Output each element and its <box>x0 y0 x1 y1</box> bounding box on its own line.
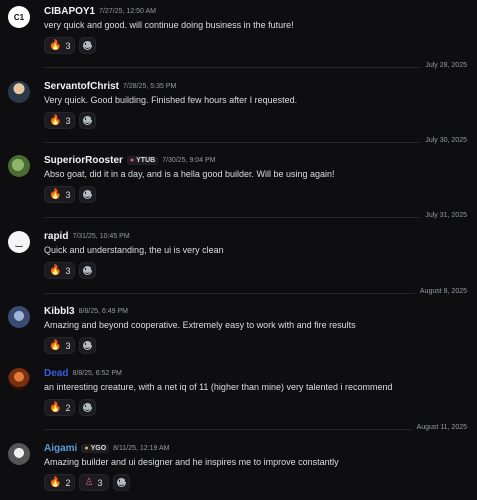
author-name[interactable]: SuperiorRooster <box>44 155 123 166</box>
timestamp: 7/27/25, 12:50 AM <box>99 8 156 15</box>
date-divider: August 8, 2025 <box>44 288 477 298</box>
date-divider: July 31, 2025 <box>44 212 477 222</box>
reaction-count: 2 <box>65 402 71 413</box>
reactions: 🔥 3 <box>44 186 97 203</box>
fire-icon: 🔥 <box>49 264 62 276</box>
timestamp: 8/11/25, 12:19 AM <box>113 445 170 452</box>
avatar[interactable] <box>8 155 30 177</box>
date-divider-label: July 31, 2025 <box>420 212 467 219</box>
reaction-count: 3 <box>65 340 71 351</box>
smile-icon <box>83 116 93 125</box>
reaction-fire[interactable]: 🔥 3 <box>44 337 76 354</box>
smile-icon <box>83 266 93 275</box>
add-reaction-button[interactable] <box>79 186 97 203</box>
fire-icon: 🔥 <box>49 114 62 126</box>
avatar[interactable] <box>8 81 30 103</box>
add-reaction-button[interactable] <box>79 112 97 129</box>
smile-icon <box>83 341 93 350</box>
paw-icon: ● <box>84 445 89 452</box>
add-reaction-button[interactable] <box>79 262 97 279</box>
reaction-fire[interactable]: 🔥 2 <box>44 399 76 416</box>
reaction-fire[interactable]: 🔥 2 <box>44 474 76 491</box>
reaction-count: 3 <box>65 189 71 200</box>
smile-icon <box>83 403 93 412</box>
avatar[interactable]: ‿ <box>8 231 30 253</box>
pill-icon: ● <box>129 157 135 164</box>
author-name[interactable]: rapid <box>44 231 68 242</box>
timestamp: 7/28/25, 5:35 PM <box>123 83 177 90</box>
reaction-count: 3 <box>97 477 103 488</box>
reaction-fire[interactable]: 🔥 3 <box>44 262 76 279</box>
guild-tag[interactable]: ● YGO <box>81 444 110 453</box>
timestamp: 7/30/25, 9:04 PM <box>162 157 216 164</box>
author-name[interactable]: Aigami <box>44 443 77 454</box>
fire-icon: 🔥 <box>49 476 62 488</box>
avatar[interactable] <box>8 443 30 465</box>
avatar[interactable]: C1 <box>8 6 30 28</box>
date-divider: July 30, 2025 <box>44 137 477 147</box>
avatar[interactable] <box>8 368 30 390</box>
fire-icon: 🔥 <box>49 188 62 200</box>
fire-icon: 🔥 <box>49 39 62 51</box>
reaction-fire[interactable]: 🔥 3 <box>44 37 76 54</box>
author-name[interactable]: CIBAPOY1 <box>44 6 95 17</box>
add-reaction-button[interactable] <box>79 37 97 54</box>
reaction-figure[interactable]: ♙ 3 <box>79 474 110 491</box>
reactions: 🔥 3 <box>44 262 97 279</box>
smile-icon <box>117 478 127 487</box>
figure-icon: ♙ <box>84 477 94 488</box>
reactions: 🔥 3 <box>44 37 97 54</box>
message-text: an interesting creature, with a net iq o… <box>44 382 393 392</box>
fire-icon: 🔥 <box>49 401 62 413</box>
add-reaction-button[interactable] <box>79 337 97 354</box>
fire-icon: 🔥 <box>49 339 62 351</box>
author-name[interactable]: Kibbl3 <box>44 306 75 317</box>
smile-icon <box>83 190 93 199</box>
date-divider: July 28, 2025 <box>44 62 477 72</box>
reactions: 🔥 2 ♙ 3 <box>44 474 131 491</box>
reaction-count: 3 <box>65 265 71 276</box>
smile-icon <box>83 41 93 50</box>
avatar[interactable] <box>8 306 30 328</box>
message-text: Amazing and beyond cooperative. Extremel… <box>44 320 356 330</box>
timestamp: 8/8/25, 6:49 PM <box>78 308 128 315</box>
date-divider-label: July 30, 2025 <box>420 137 467 144</box>
message-text: Very quick. Good building. Finished few … <box>44 95 298 105</box>
reaction-count: 2 <box>65 477 71 488</box>
guild-tag[interactable]: ● YTUB <box>126 156 159 165</box>
add-reaction-button[interactable] <box>113 474 131 491</box>
message-text: Quick and understanding, the ui is very … <box>44 245 224 255</box>
message-text: very quick and good. will continue doing… <box>44 20 294 30</box>
author-name[interactable]: ServantofChrist <box>44 81 119 92</box>
message-text: Amazing builder and ui designer and he i… <box>44 457 339 467</box>
reaction-fire[interactable]: 🔥 3 <box>44 186 76 203</box>
reaction-count: 3 <box>65 40 71 51</box>
date-divider-label: August 11, 2025 <box>411 424 467 431</box>
message-text: Abso goat, did it in a day, and is a hel… <box>44 169 335 179</box>
reactions: 🔥 3 <box>44 337 97 354</box>
reactions: 🔥 3 <box>44 112 97 129</box>
reaction-fire[interactable]: 🔥 3 <box>44 112 76 129</box>
date-divider-label: August 8, 2025 <box>414 288 467 295</box>
author-name[interactable]: Dead <box>44 368 68 379</box>
reactions: 🔥 2 <box>44 399 97 416</box>
add-reaction-button[interactable] <box>79 399 97 416</box>
timestamp: 7/31/25, 10:45 PM <box>72 233 130 240</box>
date-divider: August 11, 2025 <box>44 424 477 434</box>
reaction-count: 3 <box>65 115 71 126</box>
timestamp: 8/8/25, 6:52 PM <box>72 370 122 377</box>
date-divider-label: July 28, 2025 <box>420 62 467 69</box>
